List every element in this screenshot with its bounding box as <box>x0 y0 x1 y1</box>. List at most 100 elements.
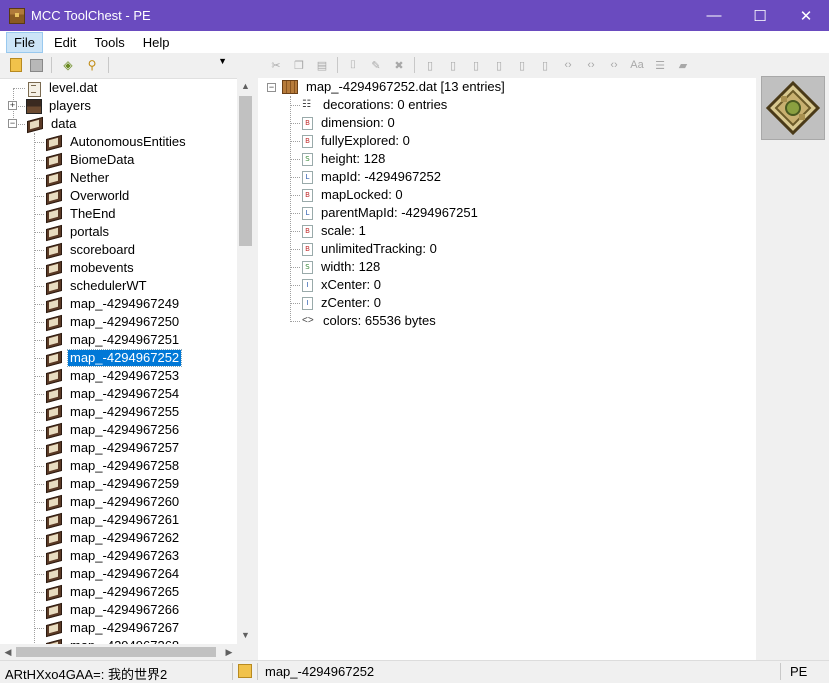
book-icon <box>45 621 63 636</box>
book-icon <box>45 513 63 528</box>
tree-item-data-child[interactable]: TheEnd <box>45 205 118 223</box>
scroll-down-icon[interactable]: ▼ <box>237 627 254 644</box>
tree-item-data-child[interactable]: map_-4294967264 <box>45 565 181 583</box>
tree-item-data-child[interactable]: scoreboard <box>45 241 137 259</box>
tree-item-data-child[interactable]: map_-4294967267 <box>45 619 181 637</box>
nbt-entry[interactable]: Swidth: 128 <box>302 258 382 276</box>
add-list-icon[interactable]: ☰ <box>652 57 668 73</box>
toolbar-separator <box>51 57 52 73</box>
add-short-icon[interactable]: ▯ <box>445 57 461 73</box>
tree-item-data-child[interactable]: map_-4294967266 <box>45 601 181 619</box>
add-byte-icon[interactable]: ▯ <box>422 57 438 73</box>
tree-item-data-child[interactable]: map_-4294967262 <box>45 529 181 547</box>
collapse-icon[interactable]: − <box>267 83 276 92</box>
nbt-entry[interactable]: LparentMapId: -4294967251 <box>302 204 480 222</box>
tree-item-data-child[interactable]: map_-4294967256 <box>45 421 181 439</box>
scroll-left-icon[interactable]: ◀ <box>0 644 16 660</box>
world-select[interactable]: ▼ <box>117 56 229 73</box>
scroll-thumb[interactable] <box>16 647 216 657</box>
add-float-icon[interactable]: ▯ <box>514 57 530 73</box>
tree-item-data-child[interactable]: portals <box>45 223 111 241</box>
nbt-entry-label: zCenter: 0 <box>321 295 381 310</box>
tree-horizontal-scrollbar[interactable]: ◀ ▶ <box>0 644 237 660</box>
tree-item-label: players <box>49 98 91 113</box>
expand-icon[interactable]: + <box>8 101 17 110</box>
book-icon <box>45 153 63 168</box>
menu-help[interactable]: Help <box>136 33 177 52</box>
nbt-entry[interactable]: <> colors: 65536 bytes <box>302 312 438 330</box>
tree-item-data-child[interactable]: Nether <box>45 169 111 187</box>
minimize-button[interactable]: — <box>691 0 737 31</box>
tree-vertical-scrollbar[interactable]: ▲ ▼ <box>237 78 254 644</box>
nbt-entry[interactable]: IzCenter: 0 <box>302 294 383 312</box>
edit-icon[interactable]: ✎ <box>368 57 384 73</box>
close-button[interactable]: ✕ <box>783 0 829 31</box>
tree-item-level-dat[interactable]: level.dat <box>26 79 99 97</box>
nbt-entry[interactable]: Bscale: 1 <box>302 222 368 240</box>
tree-item-data-child[interactable]: BiomeData <box>45 151 136 169</box>
tree-item-data-child[interactable]: Overworld <box>45 187 131 205</box>
tree-item-data-child[interactable]: map_-4294967249 <box>45 295 181 313</box>
add-int-icon[interactable]: ▯ <box>468 57 484 73</box>
nbt-entry[interactable]: BfullyExplored: 0 <box>302 132 412 150</box>
book-icon <box>45 495 63 510</box>
bytearray-tag-icon: <> <box>302 315 314 326</box>
tree-item-data-child[interactable]: map_-4294967263 <box>45 547 181 565</box>
tree-item-data-child[interactable]: map_-4294967253 <box>45 367 181 385</box>
nbt-entry[interactable]: ☷ decorations: 0 entries <box>302 96 449 114</box>
add-bytearray-icon[interactable]: ‹› <box>560 57 576 73</box>
nbt-entry[interactable]: IxCenter: 0 <box>302 276 383 294</box>
add-intarray-icon[interactable]: ‹› <box>583 57 599 73</box>
scroll-up-icon[interactable]: ▲ <box>237 78 254 95</box>
tree-item-data-child[interactable]: schedulerWT <box>45 277 149 295</box>
tree-item-data-child[interactable]: AutonomousEntities <box>45 133 188 151</box>
tree-item-data-child[interactable]: map_-4294967250 <box>45 313 181 331</box>
menu-tools[interactable]: Tools <box>87 33 131 52</box>
delete-icon[interactable]: ✖ <box>391 57 407 73</box>
nbt-root[interactable]: map_-4294967252.dat [13 entries] <box>282 78 507 96</box>
add-longarray-icon[interactable]: ‹› <box>606 57 622 73</box>
tree-item-data[interactable]: data <box>26 115 78 133</box>
tree-item-data-child[interactable]: map_-4294967255 <box>45 403 181 421</box>
collapse-icon[interactable]: − <box>8 119 17 128</box>
title-bar: MCC ToolChest - PE — ☐ ✕ <box>0 0 829 31</box>
rename-icon[interactable]: ⌷ <box>345 57 361 73</box>
tree-item-data-child[interactable]: map_-4294967261 <box>45 511 181 529</box>
tree-item-data-child[interactable]: mobevents <box>45 259 136 277</box>
byte-tag-icon: B <box>302 188 313 202</box>
tree-item-data-child[interactable]: map_-4294967254 <box>45 385 181 403</box>
tree-item-data-child[interactable]: map_-4294967268 <box>45 637 181 644</box>
map-icon[interactable]: ◈ <box>60 57 76 73</box>
book-icon <box>45 297 63 312</box>
window-title: MCC ToolChest - PE <box>31 8 151 23</box>
menu-file[interactable]: File <box>6 31 43 53</box>
tree-item-players[interactable]: players <box>26 97 93 115</box>
nbt-entry[interactable]: BmapLocked: 0 <box>302 186 405 204</box>
open-folder-icon[interactable] <box>10 58 22 72</box>
paste-icon[interactable]: ▤ <box>314 57 330 73</box>
tree-item-data-child[interactable]: map_-4294967258 <box>45 457 181 475</box>
copy-icon[interactable]: ❐ <box>291 57 307 73</box>
maximize-button[interactable]: ☐ <box>737 0 783 31</box>
nbt-entry[interactable]: LmapId: -4294967252 <box>302 168 443 186</box>
scroll-right-icon[interactable]: ▶ <box>221 644 237 660</box>
add-string-icon[interactable]: Aa <box>629 57 645 73</box>
search-icon[interactable]: ⚲ <box>84 57 100 73</box>
add-double-icon[interactable]: ▯ <box>537 57 553 73</box>
tree-item-data-child[interactable]: map_-4294967265 <box>45 583 181 601</box>
menu-edit[interactable]: Edit <box>47 33 83 52</box>
nbt-entry[interactable]: Bdimension: 0 <box>302 114 397 132</box>
tree-item-data-child[interactable]: map_-4294967252 <box>45 349 183 367</box>
add-compound-icon[interactable]: ▰ <box>675 57 691 73</box>
tree-item-data-child[interactable]: map_-4294967260 <box>45 493 181 511</box>
tree-item-data-child[interactable]: map_-4294967251 <box>45 331 181 349</box>
cut-icon[interactable]: ✂ <box>268 57 284 73</box>
tree-item-data-child[interactable]: map_-4294967259 <box>45 475 181 493</box>
tree-item-data-child[interactable]: map_-4294967257 <box>45 439 181 457</box>
save-icon[interactable] <box>30 58 43 72</box>
add-long-icon[interactable]: ▯ <box>491 57 507 73</box>
nbt-entry[interactable]: Sheight: 128 <box>302 150 387 168</box>
nbt-entry[interactable]: BunlimitedTracking: 0 <box>302 240 439 258</box>
scroll-thumb[interactable] <box>239 96 252 246</box>
map-preview-panel <box>756 53 829 660</box>
